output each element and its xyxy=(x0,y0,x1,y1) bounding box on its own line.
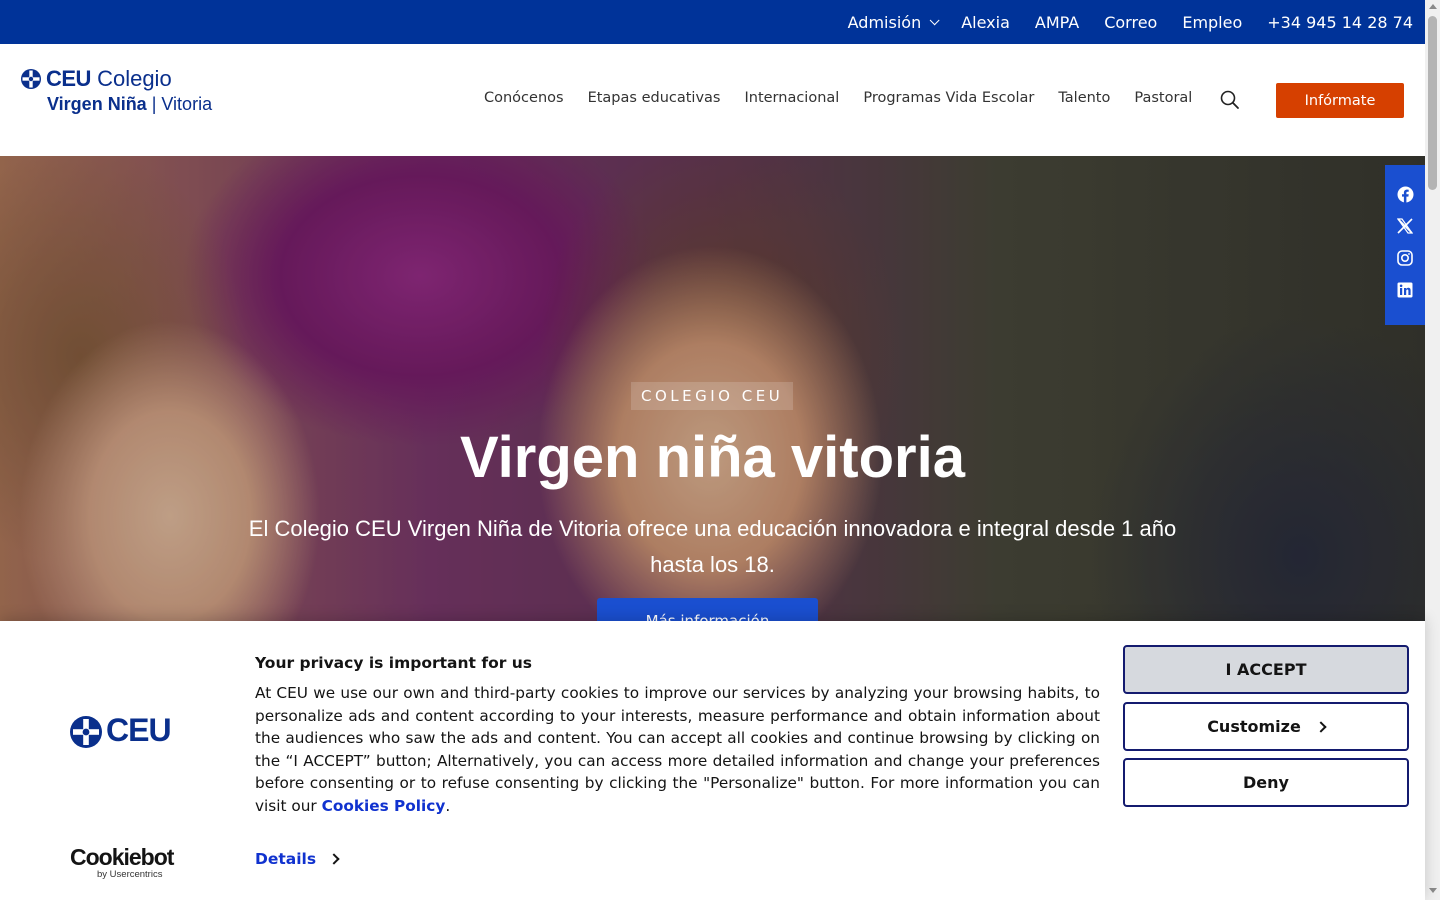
site-header: CEU Colegio Virgen Niña | Vitoria Conóce… xyxy=(0,44,1425,156)
facebook-icon[interactable] xyxy=(1396,185,1414,203)
top-bar: Admisión Alexia AMPA Correo Empleo +34 9… xyxy=(0,0,1425,44)
nav-item-talento[interactable]: Talento xyxy=(1058,90,1110,106)
cookie-consent-banner: CEU Cookiebot by Usercentrics Your priva… xyxy=(0,621,1425,900)
cookie-title: Your privacy is important for us xyxy=(255,654,533,672)
cookie-description-end: . xyxy=(445,796,451,815)
nav-item-conocenos[interactable]: Conócenos xyxy=(484,90,564,106)
cookie-ceu-logo: CEU xyxy=(69,712,179,751)
instagram-icon[interactable] xyxy=(1396,249,1414,267)
customize-cookies-button[interactable]: Customize xyxy=(1123,702,1409,751)
hero-title: Virgen niña vitoria xyxy=(460,425,965,490)
x-twitter-icon[interactable] xyxy=(1396,217,1414,235)
social-sidebar xyxy=(1385,165,1425,325)
hero-description: El Colegio CEU Virgen Niña de Vitoria of… xyxy=(248,516,1177,577)
chevron-down-icon xyxy=(929,14,940,25)
cookie-ceu-logo-text: CEU xyxy=(106,712,172,748)
topbar-link-alexia[interactable]: Alexia xyxy=(961,13,1010,32)
linkedin-icon[interactable] xyxy=(1396,281,1414,299)
hero-banner: COLEGIO CEU Virgen niña vitoria El Coleg… xyxy=(0,156,1425,626)
scroll-thumb[interactable] xyxy=(1428,16,1437,190)
cookie-description: At CEU we use our own and third-party co… xyxy=(255,682,1100,818)
ceu-cross-icon xyxy=(21,69,41,89)
logo-line-2: Virgen Niña | Vitoria xyxy=(47,94,212,115)
informate-button[interactable]: Infórmate xyxy=(1276,83,1404,118)
cookies-policy-link[interactable]: Cookies Policy xyxy=(322,797,446,815)
main-nav: Conócenos Etapas educativas Internaciona… xyxy=(484,90,1216,106)
search-icon[interactable] xyxy=(1219,89,1241,111)
customize-cookies-label: Customize xyxy=(1207,717,1301,736)
topbar-link-empleo[interactable]: Empleo xyxy=(1182,13,1242,32)
topbar-link-admision[interactable]: Admisión xyxy=(847,12,940,32)
cookiebot-logo[interactable]: Cookiebot by Usercentrics xyxy=(70,844,174,880)
cookiebot-logo-subtext: by Usercentrics xyxy=(97,869,163,880)
cookie-description-text: At CEU we use our own and third-party co… xyxy=(255,684,1100,815)
site-logo[interactable]: CEU Colegio Virgen Niña | Vitoria xyxy=(20,66,220,118)
logo-line-1: CEU Colegio xyxy=(46,66,172,92)
scroll-down-arrow-icon[interactable] xyxy=(1429,888,1437,893)
hero-kicker: COLEGIO CEU xyxy=(631,382,794,410)
ceu-cross-icon xyxy=(70,716,102,748)
nav-item-programas-vida-escolar[interactable]: Programas Vida Escolar xyxy=(863,90,1034,106)
topbar-link-phone[interactable]: +34 945 14 28 74 xyxy=(1267,13,1413,32)
topbar-link-ampa[interactable]: AMPA xyxy=(1035,13,1079,32)
chevron-right-icon xyxy=(328,853,340,865)
cookiebot-logo-text: Cookiebot xyxy=(70,844,174,870)
topbar-link-correo[interactable]: Correo xyxy=(1104,13,1157,32)
deny-cookies-button[interactable]: Deny xyxy=(1123,758,1409,807)
logo-brand: CEU xyxy=(46,66,91,91)
accept-cookies-button[interactable]: I ACCEPT xyxy=(1123,645,1409,694)
logo-city: | Vitoria xyxy=(146,94,213,114)
nav-item-etapas-educativas[interactable]: Etapas educativas xyxy=(588,90,721,106)
nav-item-internacional[interactable]: Internacional xyxy=(744,90,839,106)
chevron-right-icon xyxy=(1315,720,1327,733)
topbar-link-admision-label: Admisión xyxy=(847,12,922,32)
scroll-up-arrow-icon[interactable] xyxy=(1429,4,1437,9)
page-scrollbar[interactable] xyxy=(1425,0,1440,900)
logo-school-name: Virgen Niña xyxy=(47,94,147,114)
cookie-details-label: Details xyxy=(255,850,317,868)
logo-colegio: Colegio xyxy=(97,66,172,91)
cookie-details-toggle[interactable]: Details xyxy=(255,850,340,868)
nav-item-pastoral[interactable]: Pastoral xyxy=(1134,90,1192,106)
